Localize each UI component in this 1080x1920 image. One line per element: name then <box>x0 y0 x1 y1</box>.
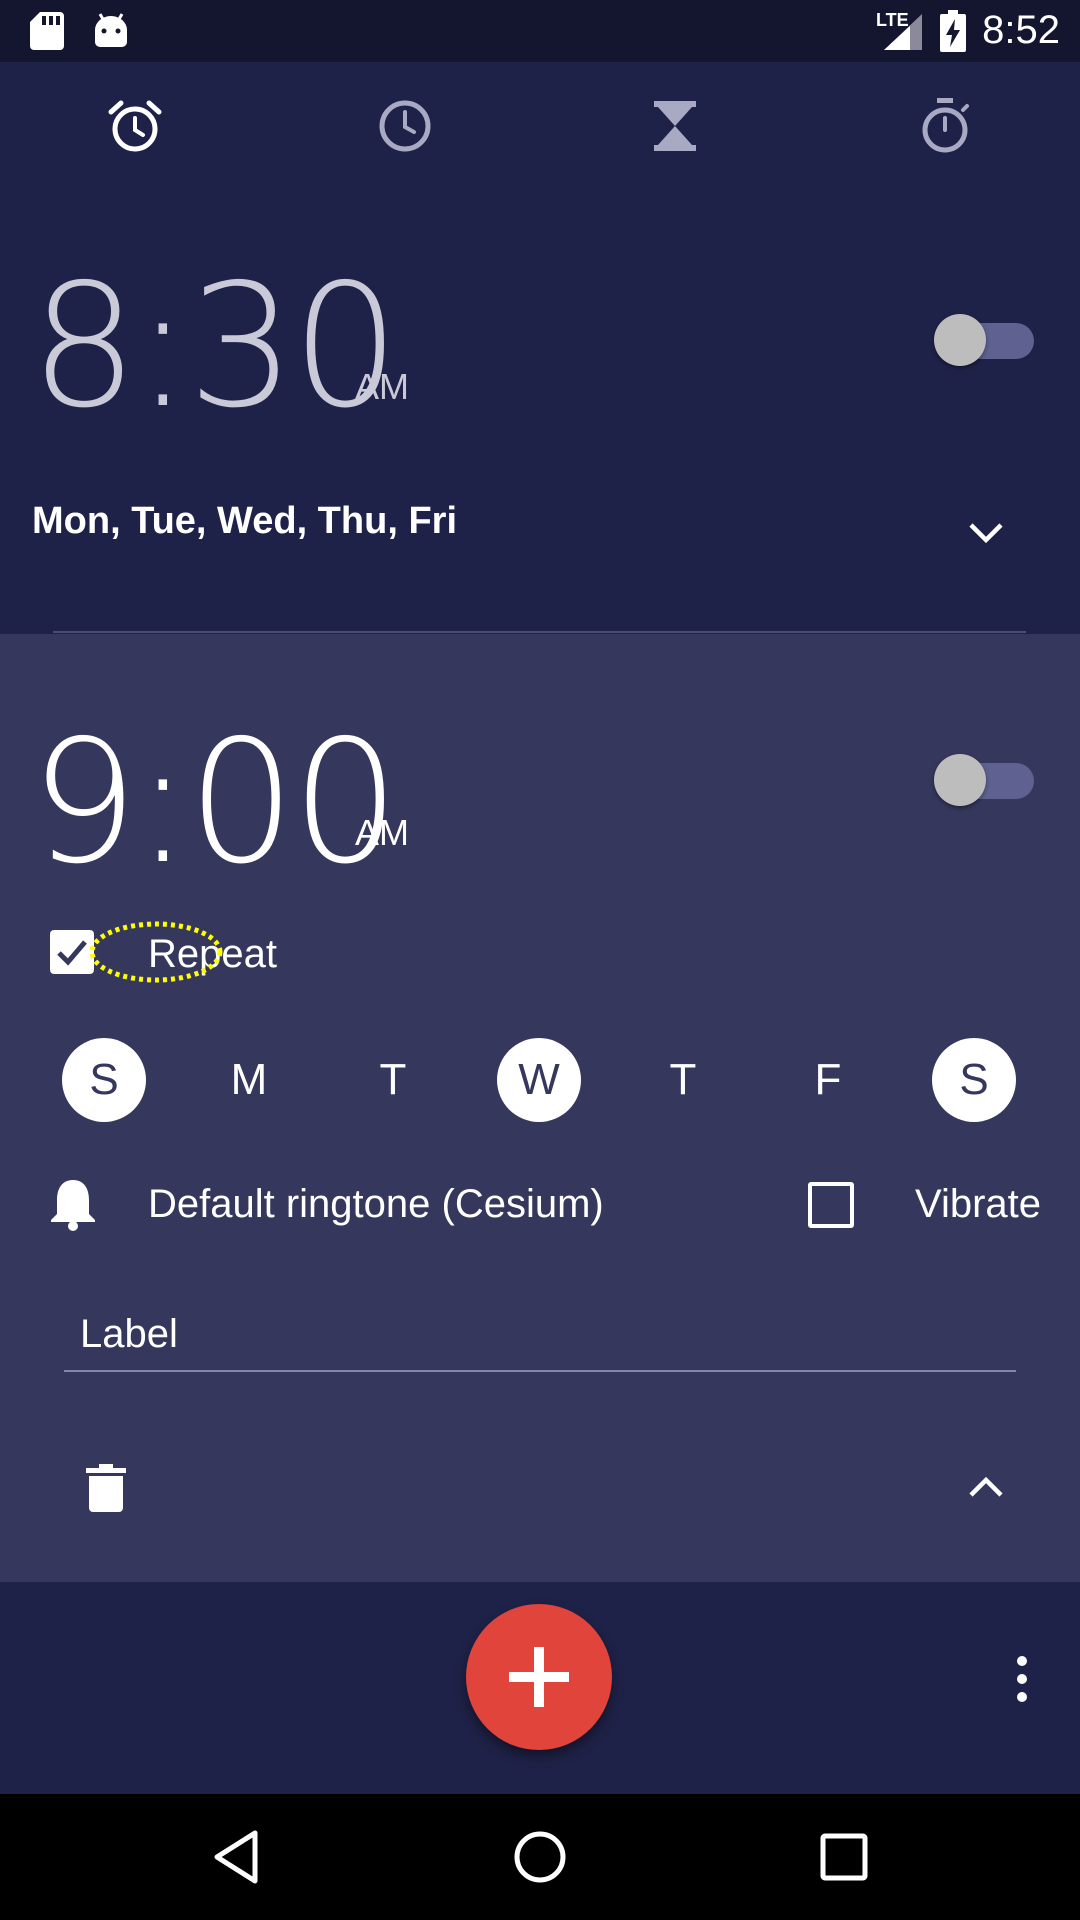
ringtone-selector[interactable]: Default ringtone (Cesium) <box>148 1182 604 1227</box>
divider <box>53 631 1026 633</box>
sd-card-icon <box>30 12 64 50</box>
bottom-bar <box>0 1582 1080 1794</box>
recents-icon <box>820 1833 868 1881</box>
recents-button[interactable] <box>774 1794 914 1920</box>
label-placeholder: Label <box>80 1312 178 1356</box>
home-icon <box>514 1831 566 1883</box>
bell-icon[interactable] <box>48 1176 98 1232</box>
alarm-toggle[interactable] <box>930 750 1040 810</box>
alarm-toggle[interactable] <box>930 310 1040 370</box>
day-toggle-thursday[interactable]: T <box>641 1038 725 1122</box>
tab-alarm[interactable] <box>0 62 270 190</box>
chevron-up-icon[interactable] <box>966 1474 1006 1500</box>
status-bar: LTE 8:52 <box>0 0 1080 62</box>
day-toggle-monday[interactable]: M <box>207 1038 291 1122</box>
alarm-time[interactable]: 8:30 <box>30 262 400 432</box>
day-toggle-friday[interactable]: F <box>786 1038 870 1122</box>
day-toggle-tuesday[interactable]: T <box>351 1038 435 1122</box>
alarm-time[interactable]: 9:00 <box>30 718 400 888</box>
tab-timer[interactable] <box>540 62 810 190</box>
label-input[interactable]: Label <box>64 1302 1016 1372</box>
tab-clock[interactable] <box>270 62 540 190</box>
battery-charging-icon <box>940 10 966 52</box>
alarm-item-expanded: 9:00 AM Repeat S M T W T F S Default rin… <box>0 634 1080 1582</box>
alarm-clock-icon <box>108 100 162 152</box>
android-icon <box>95 13 127 47</box>
add-alarm-button[interactable] <box>466 1604 612 1750</box>
highlight-annotation <box>89 921 223 983</box>
plus-icon <box>509 1647 569 1707</box>
navigation-bar <box>0 1794 1080 1920</box>
day-toggle-sunday[interactable]: S <box>62 1038 146 1122</box>
vibrate-checkbox[interactable] <box>808 1182 854 1228</box>
vibrate-label[interactable]: Vibrate <box>915 1182 1041 1227</box>
clock-icon <box>379 100 431 152</box>
more-options-icon[interactable] <box>1012 1654 1032 1704</box>
signal-icon <box>884 14 922 50</box>
back-icon <box>214 1830 258 1884</box>
day-toggle-wednesday[interactable]: W <box>497 1038 581 1122</box>
stopwatch-icon <box>922 98 969 153</box>
home-button[interactable] <box>470 1794 610 1920</box>
back-button[interactable] <box>166 1794 306 1920</box>
alarm-days-summary: Mon, Tue, Wed, Thu, Fri <box>32 500 457 542</box>
hourglass-icon <box>654 101 696 151</box>
tab-bar <box>0 62 1080 190</box>
chevron-down-icon[interactable] <box>966 520 1006 546</box>
trash-icon[interactable] <box>86 1464 126 1512</box>
tab-stopwatch[interactable] <box>810 62 1080 190</box>
alarm-ampm: AM <box>355 812 409 853</box>
alarm-item-collapsed[interactable]: 8:30 AM Mon, Tue, Wed, Thu, Fri <box>0 190 1080 634</box>
day-toggle-saturday[interactable]: S <box>932 1038 1016 1122</box>
status-time: 8:52 <box>982 8 1060 52</box>
alarm-ampm: AM <box>355 366 409 407</box>
